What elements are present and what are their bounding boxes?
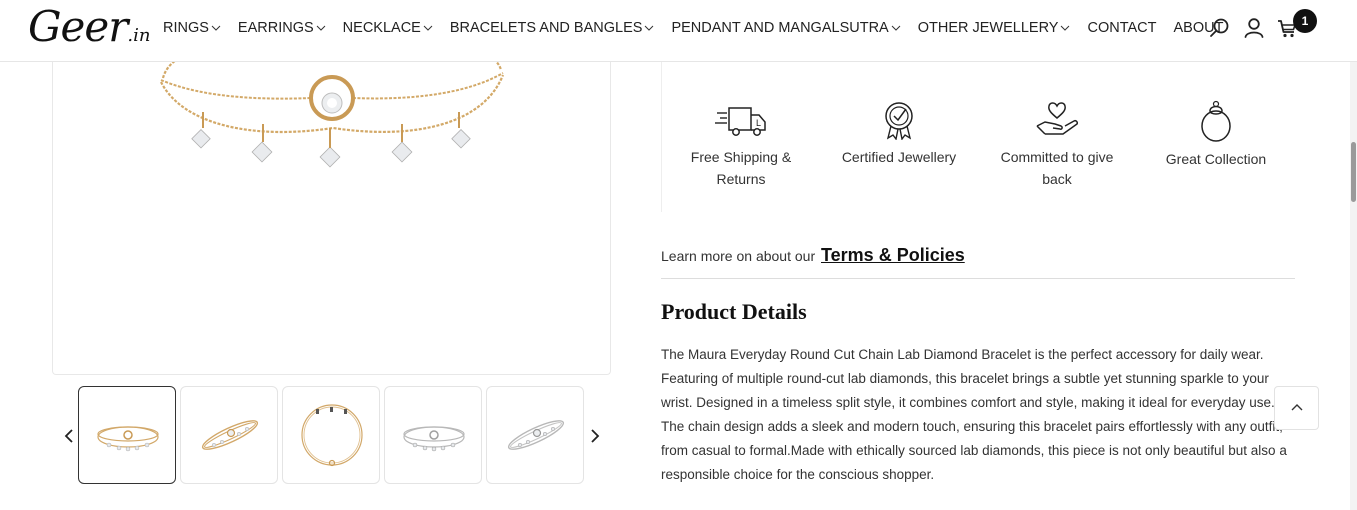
nav-item-earrings[interactable]: EARRINGS (238, 18, 326, 38)
thumbnail-image (403, 426, 465, 452)
page-scrollbar[interactable] (1350, 0, 1357, 510)
thumbnail-5[interactable] (486, 386, 584, 484)
thumbnail-3[interactable] (282, 386, 380, 484)
scroll-to-top-button[interactable] (1274, 386, 1319, 430)
scrollbar-thumb[interactable] (1351, 142, 1356, 202)
user-icon[interactable] (1242, 16, 1266, 40)
cart-count-badge: 1 (1293, 9, 1317, 33)
search-icon[interactable] (1208, 16, 1232, 40)
feature-label: Certified Jewellery (841, 149, 957, 165)
product-details-title: Product Details (661, 299, 807, 324)
terms-line: Learn more on about our Terms & Policies (661, 245, 965, 266)
feature-give-back: Committed to give back (987, 100, 1127, 190)
feature-label: Great Collection (1165, 151, 1267, 167)
chevron-down-icon (891, 25, 901, 31)
thumbnail-image (507, 420, 565, 450)
chevron-down-icon (645, 25, 654, 31)
thumbnail-image (201, 420, 259, 450)
site-logo[interactable]: Geer.in (28, 2, 150, 61)
thumbnail-4[interactable] (384, 386, 482, 484)
nav-item-pendant[interactable]: PENDANT AND MANGALSUTRA (671, 18, 901, 38)
thumbnail-1[interactable] (78, 386, 176, 484)
divider (661, 278, 1295, 279)
prev-thumb-arrow-icon[interactable] (59, 424, 79, 448)
feature-label: Free Shipping & Returns (690, 149, 792, 187)
thumbnail-2[interactable] (180, 386, 278, 484)
thumbnail-image (301, 404, 363, 467)
main-nav: RINGS EARRINGS NECKLACE BRACELETS AND BA… (163, 18, 1240, 38)
feature-collection: Great Collection (1146, 100, 1286, 170)
feature-certified: Certified Jewellery (829, 100, 969, 168)
nav-item-contact[interactable]: CONTACT (1087, 18, 1156, 38)
truck-icon: L (715, 107, 766, 136)
chevron-down-icon (1061, 25, 1070, 31)
terms-prefix: Learn more on about our (661, 248, 816, 264)
svg-text:L: L (756, 118, 761, 128)
next-thumb-arrow-icon[interactable] (585, 424, 605, 448)
terms-policies-link[interactable]: Terms & Policies (821, 245, 965, 265)
nav-item-bracelets[interactable]: BRACELETS AND BANGLES (450, 18, 655, 38)
nav-item-necklace[interactable]: NECKLACE (343, 18, 433, 38)
nav-item-rings[interactable]: RINGS (163, 18, 221, 38)
thumbnail-image (97, 426, 159, 452)
chevron-up-icon (1291, 404, 1302, 411)
feature-list: L Free Shipping & Returns Certified Jewe… (661, 100, 1297, 220)
site-header: Geer.in RINGS EARRINGS NECKLACE BRACELET… (0, 0, 1357, 62)
chevron-down-icon (423, 25, 433, 31)
heart-hand-icon (1036, 102, 1078, 135)
chevron-down-icon (316, 25, 326, 31)
nav-item-other-jewellery[interactable]: OTHER JEWELLERY (918, 18, 1071, 38)
ring-icon (1201, 100, 1231, 142)
product-details-description: The Maura Everyday Round Cut Chain Lab D… (661, 347, 1287, 482)
feature-free-shipping: L Free Shipping & Returns (671, 100, 811, 190)
certified-badge-icon (885, 102, 913, 140)
chevron-down-icon (211, 25, 221, 31)
feature-label: Committed to give back (1000, 149, 1114, 187)
